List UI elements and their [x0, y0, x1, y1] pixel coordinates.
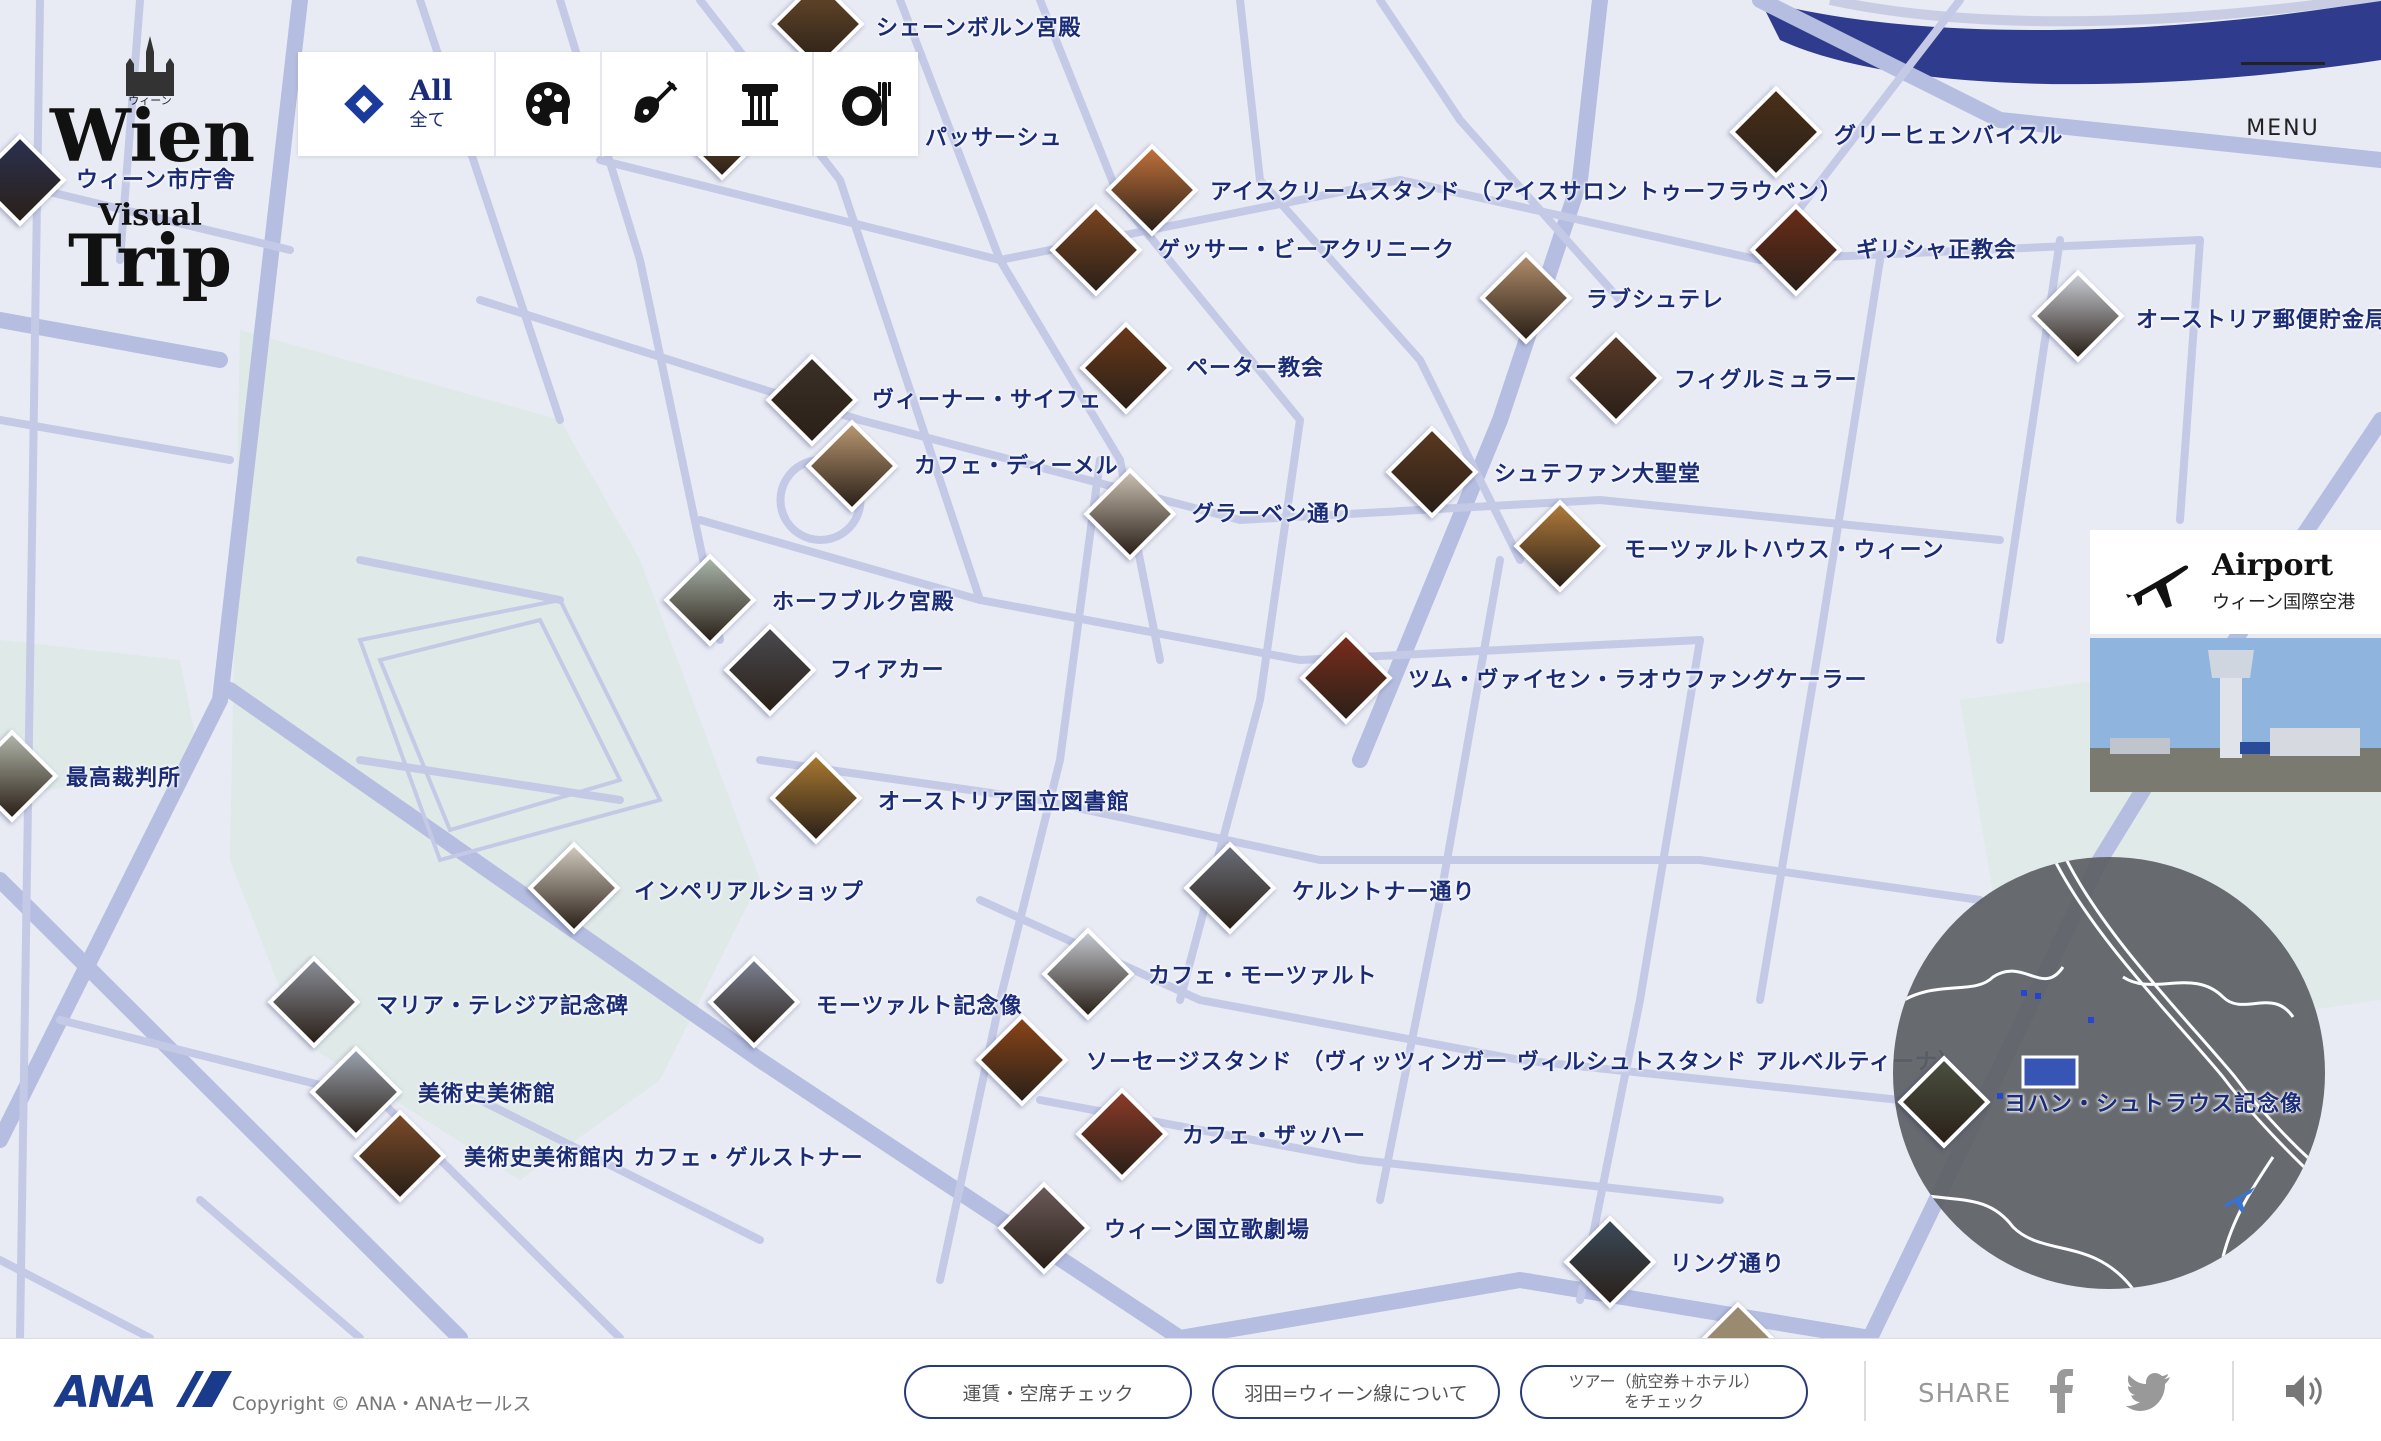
- place-photo: [1049, 203, 1143, 297]
- place-photo: [1729, 85, 1823, 179]
- place-photo: [1075, 1087, 1169, 1181]
- copyright: Copyright © ANA・ANAセールス: [232, 1393, 532, 1415]
- violin-icon: [634, 80, 678, 123]
- place-photo: [805, 419, 899, 513]
- airplane-icon: [2126, 565, 2189, 608]
- place-label: グリーヒェンバイスル: [1834, 124, 2064, 149]
- place-label: ツム・ヴァイセン・ラオウファングケーラー: [1408, 668, 1868, 693]
- logo-wien: Wien: [50, 93, 256, 178]
- divider: [1864, 1361, 1866, 1421]
- place-label: マリア・テレジア記念碑: [376, 994, 630, 1019]
- palette-icon: [526, 82, 570, 126]
- menu-label: MENU: [2246, 116, 2320, 141]
- route-info-button[interactable]: 羽田=ウィーン線について: [1212, 1365, 1500, 1419]
- place-photo: [707, 955, 801, 1049]
- place-label: カフェ・モーツァルト: [1148, 964, 1378, 989]
- divider: [2232, 1361, 2234, 1421]
- place-label: オーストリア郵便貯金局: [2136, 308, 2381, 333]
- twitter-icon[interactable]: [2126, 1373, 2170, 1411]
- place-label: ・パッサーシュ: [902, 126, 1063, 151]
- diamond-icon: [343, 84, 384, 124]
- ana-logo[interactable]: ANA: [56, 1367, 233, 1418]
- cathedral-icon: [126, 36, 174, 96]
- ana-stripe-icon: [176, 1371, 233, 1407]
- place-label: シュテファン大聖堂: [1494, 462, 1702, 487]
- place-photo: [527, 841, 621, 935]
- place-photo: [1041, 927, 1135, 1021]
- ana-brand: ANA: [56, 1367, 157, 1418]
- place-label: オーストリア国立図書館: [878, 790, 1130, 815]
- place-label: フィグルミュラー: [1674, 368, 1858, 393]
- place-photo: [353, 1109, 447, 1203]
- wien-visual-trip-logo[interactable]: ウィーン Wien Visual Trip: [50, 30, 256, 297]
- airport-panel[interactable]: Airport ウィーン国際空港: [2090, 530, 2381, 792]
- place-label: ゲッサー・ビーアクリニーク: [1158, 238, 1456, 263]
- airport-photo: [2090, 638, 2381, 792]
- dining-icon: [842, 82, 891, 126]
- place-label: ソーセージスタンド （ヴィッツィンガー ヴィルシュトスタンド アルベルティーナ）: [1086, 1050, 1962, 1075]
- place-label: ケルントナー通り: [1292, 880, 1476, 905]
- place-label: ギリシャ正教会: [1856, 238, 2018, 263]
- place-photo: [997, 1181, 1091, 1275]
- speaker-icon[interactable]: [2284, 1373, 2324, 1409]
- column-icon: [742, 84, 778, 126]
- place-label: カフェ・ザッハー: [1182, 1124, 1367, 1149]
- fare-check-button[interactable]: 運賃・空席チェック: [904, 1365, 1192, 1419]
- place-label: フィアカー: [830, 658, 945, 683]
- place-photo: [267, 955, 361, 1049]
- filter-music[interactable]: [602, 52, 708, 156]
- place-label: ヨハン・シュトラウス記念像: [2004, 1092, 2304, 1117]
- place-label: ラブシュテレ: [1586, 288, 1725, 313]
- place-photo: [0, 729, 59, 823]
- place-label: リング通り: [1670, 1252, 1786, 1277]
- place-label: シェーンボルン宮殿: [876, 16, 1082, 41]
- share-label: SHARE: [1918, 1379, 2012, 1409]
- place-photo: [1749, 203, 1843, 297]
- place-label: ペーター教会: [1186, 356, 1325, 381]
- filter-all[interactable]: All 全て: [298, 52, 496, 156]
- filter-food[interactable]: [814, 52, 918, 156]
- place-label: 美術史美術館内 カフェ・ゲルストナー: [464, 1146, 864, 1171]
- category-filter-bar: All 全て: [298, 52, 918, 156]
- place-photo: [1299, 631, 1393, 725]
- place-photo: [723, 623, 817, 717]
- place-photo: [769, 751, 863, 845]
- place-photo: [1385, 425, 1479, 519]
- place-label: ウィーン国立歌劇場: [1104, 1218, 1310, 1243]
- place-marker[interactable]: [1690, 1300, 1786, 1338]
- filter-art[interactable]: [496, 52, 602, 156]
- footer: ANA Copyright © ANA・ANAセールス 運賃・空席チェック 羽田…: [0, 1338, 2381, 1441]
- menu-button[interactable]: MENU: [2238, 58, 2328, 148]
- place-label: ヴィーナー・サイフェ: [872, 388, 1103, 413]
- place-photo: [1563, 1215, 1657, 1309]
- airport-subtitle: ウィーン国際空港: [2212, 592, 2356, 613]
- tour-check-button[interactable]: ツアー（航空券＋ホテル） をチェック: [1520, 1365, 1808, 1419]
- place-photo: [2031, 269, 2125, 363]
- place-photo: [1513, 499, 1607, 593]
- place-label: モーツァルトハウス・ウィーン: [1624, 538, 1945, 563]
- place-photo: [1083, 467, 1177, 561]
- airport-title: Airport: [2212, 548, 2334, 583]
- filter-sightseeing[interactable]: [708, 52, 814, 156]
- place-label: ホーフブルク宮殿: [772, 590, 955, 615]
- place-label: インペリアルショップ: [634, 880, 864, 905]
- place-photo: [1897, 1055, 1991, 1149]
- place-label: 美術史美術館: [418, 1082, 557, 1107]
- filter-all-sublabel: 全て: [409, 110, 446, 131]
- place-label: 最高裁判所: [66, 766, 182, 791]
- filter-all-label: All: [409, 74, 453, 107]
- logo-trip: Trip: [68, 218, 232, 303]
- place-photo: [1479, 251, 1573, 345]
- place-photo: [1569, 331, 1663, 425]
- facebook-icon[interactable]: [2046, 1369, 2076, 1413]
- place-label: グラーベン通り: [1192, 502, 1354, 527]
- place-photo: [1183, 841, 1277, 935]
- place-photo: [975, 1013, 1069, 1107]
- hamburger-icon: [2241, 62, 2325, 65]
